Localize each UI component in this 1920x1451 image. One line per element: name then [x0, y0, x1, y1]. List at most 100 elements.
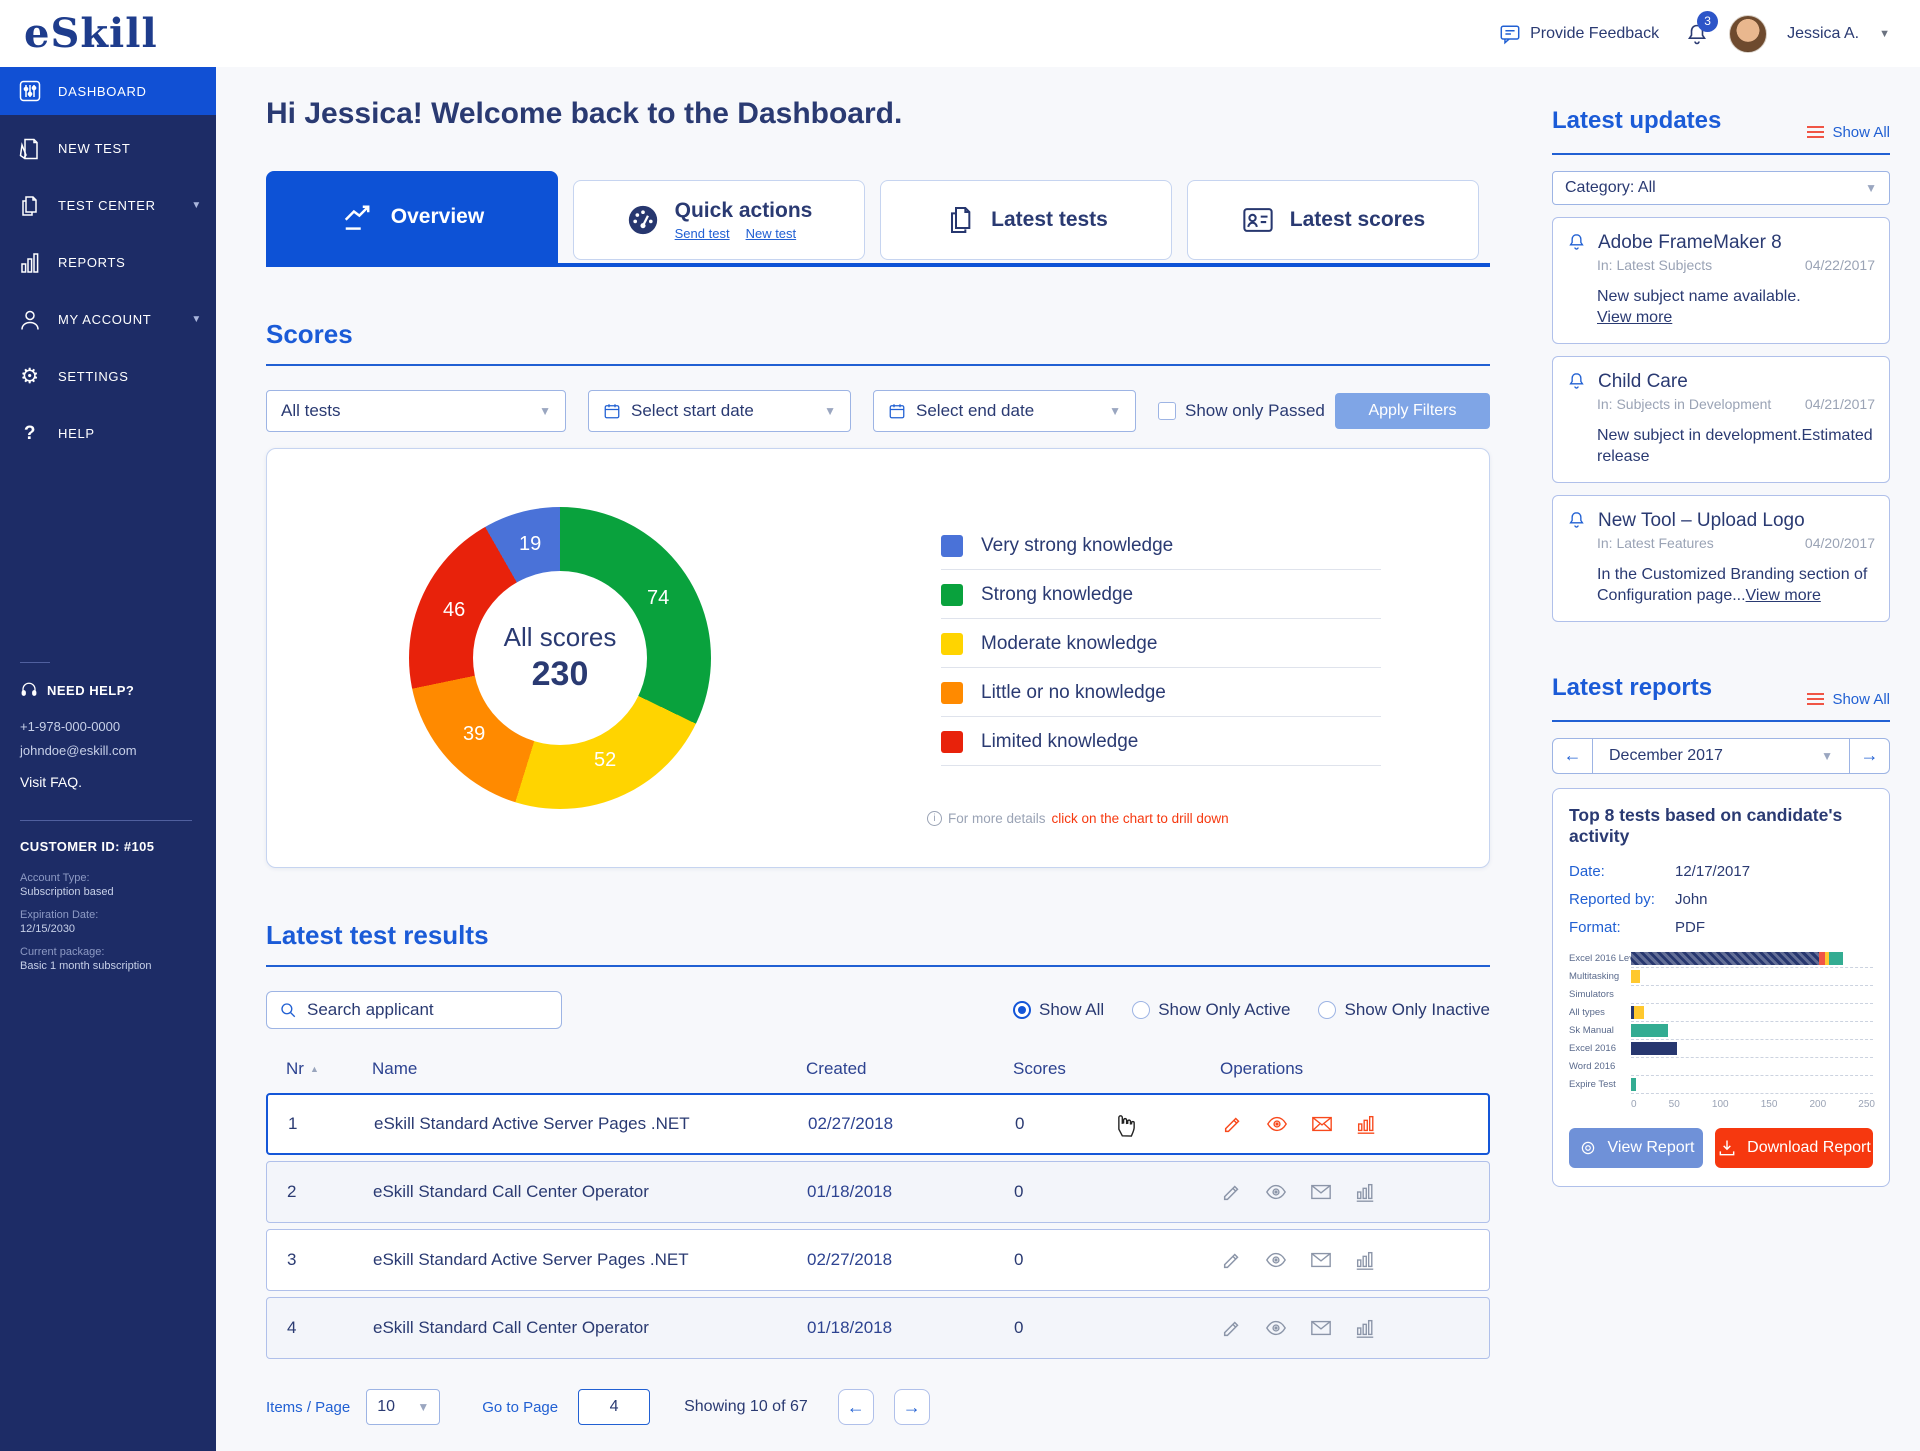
legend-swatch [941, 682, 963, 704]
divider [266, 364, 1490, 366]
header-created[interactable]: Created [806, 1059, 1013, 1079]
score-chart-icon[interactable] [1354, 1317, 1376, 1339]
radio-show-all[interactable]: Show All [1013, 1000, 1104, 1020]
user-menu[interactable]: Jessica A. [1787, 25, 1859, 43]
score-chart-icon[interactable] [1354, 1249, 1376, 1271]
view-more-link[interactable]: View more [1597, 309, 1672, 326]
donut-chart[interactable] [409, 507, 711, 809]
category-filter-select[interactable]: Category: All ▼ [1552, 170, 1890, 205]
table-row[interactable]: 3 eSkill Standard Active Server Pages .N… [266, 1229, 1490, 1291]
show-only-passed-checkbox[interactable]: Show only Passed [1158, 401, 1325, 421]
results-section-title: Latest test results [266, 920, 489, 950]
view-eye-icon[interactable] [1264, 1249, 1288, 1271]
provide-feedback-button[interactable]: Provide Feedback [1499, 23, 1659, 45]
search-box [266, 991, 562, 1029]
chevron-down-icon: ▼ [539, 404, 551, 418]
chart-note: i For more details click on the chart to… [927, 811, 1229, 826]
checkbox-icon [1158, 402, 1176, 420]
reports-show-all-link[interactable]: Show All [1807, 691, 1890, 708]
next-month-button[interactable]: → [1849, 738, 1889, 773]
go-to-page-input[interactable] [578, 1389, 651, 1425]
notifications-bell[interactable]: 3 [1685, 10, 1719, 46]
documents-icon [944, 204, 976, 236]
tab-overview[interactable]: Overview [266, 171, 558, 263]
sidebar-item-my-account[interactable]: MY ACCOUNT ▼ [0, 291, 216, 348]
apply-filters-button[interactable]: Apply Filters [1335, 393, 1490, 429]
table-row[interactable]: 2 eSkill Standard Call Center Operator 0… [266, 1161, 1490, 1223]
header-name[interactable]: Name [372, 1059, 806, 1079]
gauge-icon [626, 203, 660, 237]
score-chart-icon[interactable] [1355, 1113, 1377, 1135]
sidebar-item-settings[interactable]: ⚙ SETTINGS [0, 348, 216, 405]
legend-item: Very strong knowledge [941, 535, 1381, 570]
report-author-label: Reported by: [1569, 890, 1655, 908]
sidebar-item-test-center[interactable]: TEST CENTER ▼ [0, 177, 216, 234]
score-filters: All tests ▼ Select start date ▼ Select e… [266, 390, 1490, 432]
chart-legend: Very strong knowledge Strong knowledge M… [941, 535, 1381, 780]
user-menu-caret-icon[interactable]: ▼ [1879, 28, 1890, 40]
view-report-button[interactable]: View Report [1569, 1127, 1703, 1168]
tab-latest-scores[interactable]: Latest scores [1187, 180, 1479, 260]
score-chart-icon[interactable] [1354, 1181, 1376, 1203]
view-eye-icon[interactable] [1265, 1113, 1289, 1135]
drill-down-link[interactable]: click on the chart to drill down [1052, 811, 1229, 826]
edit-pencil-icon[interactable] [1221, 1317, 1243, 1339]
tests-select[interactable]: All tests ▼ [266, 390, 566, 432]
end-date-select[interactable]: Select end date ▼ [873, 390, 1136, 432]
sidebar-item-reports[interactable]: REPORTS [0, 234, 216, 291]
table-row[interactable]: 4 eSkill Standard Call Center Operator 0… [266, 1297, 1490, 1359]
month-select[interactable]: December 2017 ▼ [1593, 739, 1849, 773]
header-scores[interactable]: Scores [1013, 1059, 1220, 1079]
scores-section-title: Scores [266, 319, 353, 349]
legend-item: Little or no knowledge [941, 682, 1381, 717]
report-date-value: 12/17/2017 [1675, 862, 1751, 880]
edit-pencil-icon[interactable] [1222, 1113, 1244, 1135]
report-author-value: John [1675, 890, 1708, 908]
email-envelope-icon[interactable] [1310, 1113, 1334, 1135]
sidebar-item-dashboard[interactable]: DASHBOARD [0, 67, 216, 115]
update-body: In the Customized Branding section of Co… [1597, 565, 1868, 605]
email-envelope-icon[interactable] [1309, 1317, 1333, 1339]
pagination: Items / Page 10 ▼ Go to Page Showing 10 … [266, 1389, 1490, 1425]
support-email[interactable]: johndoe@eskill.com [20, 743, 216, 758]
header-nr[interactable]: Nr ▲ [286, 1059, 372, 1079]
edit-pencil-icon[interactable] [1221, 1181, 1243, 1203]
package-value: Basic 1 month subscription [20, 960, 152, 972]
email-envelope-icon[interactable] [1309, 1249, 1333, 1271]
line-chart-icon [340, 202, 376, 232]
view-more-link[interactable]: View more [1746, 587, 1821, 604]
email-envelope-icon[interactable] [1309, 1181, 1333, 1203]
tab-quick-actions[interactable]: Quick actions Send test New test [573, 180, 865, 260]
search-applicant-input[interactable] [307, 1000, 549, 1020]
visit-faq-link[interactable]: Visit FAQ. [20, 774, 216, 790]
list-icon [1807, 126, 1825, 138]
headset-icon [20, 681, 38, 699]
items-per-page-select[interactable]: 10 ▼ [366, 1389, 441, 1425]
previous-page-button[interactable]: ← [837, 1389, 874, 1425]
start-date-select[interactable]: Select start date ▼ [588, 390, 851, 432]
radio-show-only-inactive[interactable]: Show Only Inactive [1318, 1000, 1490, 1020]
radio-show-only-active[interactable]: Show Only Active [1132, 1000, 1290, 1020]
updates-show-all-link[interactable]: Show All [1807, 124, 1890, 141]
tab-latest-tests[interactable]: Latest tests [880, 180, 1172, 260]
previous-month-button[interactable]: ← [1553, 738, 1593, 773]
view-eye-icon[interactable] [1264, 1317, 1288, 1339]
avatar[interactable] [1729, 14, 1768, 53]
table-row[interactable]: 1 eSkill Standard Active Server Pages .N… [266, 1093, 1490, 1155]
radio-icon [1132, 1001, 1151, 1019]
page-title: Hi Jessica! Welcome back to the Dashboar… [266, 97, 903, 130]
update-title: Adobe FrameMaker 8 [1598, 231, 1782, 253]
divider [1552, 719, 1890, 722]
account-person-icon [18, 308, 42, 332]
sidebar-item-help[interactable]: ? HELP [0, 405, 216, 462]
edit-pencil-icon[interactable] [1221, 1249, 1243, 1271]
new-test-link[interactable]: New test [746, 226, 797, 241]
send-test-link[interactable]: Send test [675, 226, 730, 241]
view-eye-icon[interactable] [1264, 1181, 1288, 1203]
report-format-value: PDF [1675, 918, 1705, 936]
next-page-button[interactable]: → [893, 1389, 930, 1425]
dashboard-icon [18, 79, 42, 103]
sidebar-item-new-test[interactable]: NEW TEST [0, 120, 216, 177]
chevron-down-icon: ▼ [1109, 404, 1121, 418]
download-report-button[interactable]: Download Report [1714, 1127, 1873, 1168]
